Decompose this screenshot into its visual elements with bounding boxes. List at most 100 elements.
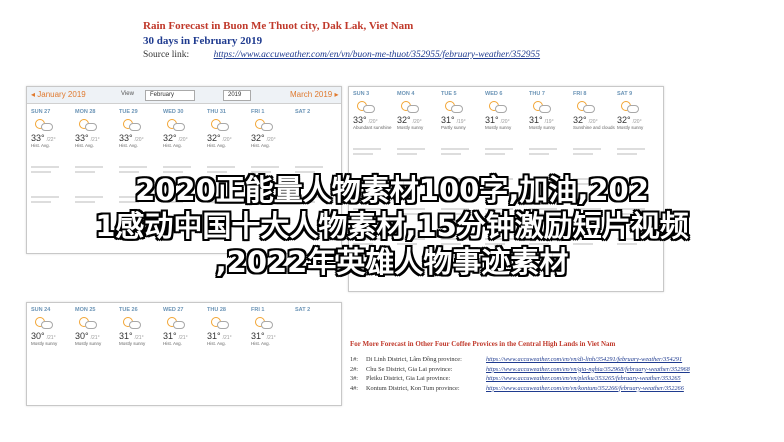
partly-sunny-icon bbox=[209, 316, 229, 330]
day-cell[interactable]: FRI 1 31°/21° Hist. Avg. bbox=[251, 307, 295, 347]
day-cell[interactable]: MON 4 32°/20° Mostly sunny bbox=[397, 91, 441, 131]
day-cell[interactable]: THU 7 31°/19° Mostly sunny bbox=[529, 91, 573, 131]
page-title: Rain Forecast in Buon Me Thuot city, Dak… bbox=[143, 20, 414, 32]
calendar-navbar: ◂ January 2019 View February 2019 March … bbox=[27, 87, 341, 104]
temperature: 32°/20° bbox=[251, 133, 276, 143]
day-cell[interactable]: MON 28 33°/21° Hist. Avg. bbox=[75, 109, 119, 149]
forecast-text: Hist. Avg. bbox=[31, 143, 50, 148]
temperature: 31°/19° bbox=[441, 115, 466, 125]
forecast-link[interactable]: https://www.accuweather.com/en/vn/gia-ng… bbox=[486, 366, 690, 373]
header: Rain Forecast in Buon Me Thuot city, Dak… bbox=[143, 20, 540, 60]
year-select[interactable]: 2019 bbox=[223, 90, 251, 101]
day-label: TUE 5 bbox=[441, 91, 457, 97]
forecast-text: Hist. Avg. bbox=[251, 143, 270, 148]
temperature: 30°/21° bbox=[31, 331, 56, 341]
forecast-link-row: 3#: Pleiku District, Gia Lai province: htt… bbox=[350, 375, 681, 385]
day-label: FRI 8 bbox=[573, 91, 587, 97]
forecast-text: Partly sunny bbox=[441, 125, 466, 130]
day-cell-minor[interactable] bbox=[485, 145, 525, 167]
day-label: SUN 27 bbox=[31, 109, 51, 115]
next-month-link[interactable]: March 2019 ▸ bbox=[290, 90, 339, 99]
watermark-line-1: 2020正能量人物素材100字,加油,202 bbox=[135, 173, 649, 207]
day-label: SUN 24 bbox=[31, 307, 51, 313]
district-name: Chu Se District, Gia Lai province: bbox=[366, 365, 453, 373]
temperature: 32°/20° bbox=[617, 115, 642, 125]
forecast-text: Mostly sunny bbox=[397, 125, 424, 130]
forecast-link[interactable]: https://www.accuweather.com/en/vn/pleiku… bbox=[486, 375, 681, 382]
forecast-text: Hist. Avg. bbox=[75, 143, 94, 148]
more-forecast-section: For More Forecast in Other Four Coffee P… bbox=[350, 340, 690, 394]
temperature: 31°/21° bbox=[251, 331, 276, 341]
day-cell-minor[interactable] bbox=[441, 145, 481, 167]
source-link[interactable]: https://www.accuweather.com/en/vn/buon-m… bbox=[214, 50, 540, 60]
row-number: 1#: bbox=[350, 356, 359, 363]
day-cell-minor[interactable] bbox=[529, 145, 569, 167]
forecast-text: Hist. Avg. bbox=[207, 341, 226, 346]
day-label: MON 4 bbox=[397, 91, 415, 97]
forecast-text: Mostly sunny bbox=[529, 125, 556, 130]
partly-sunny-icon bbox=[121, 118, 141, 132]
day-cell[interactable]: SUN 27 33°/22° Hist. Avg. bbox=[31, 109, 75, 149]
day-cell[interactable]: FRI 1 32°/20° Hist. Avg. bbox=[251, 109, 295, 149]
day-cell[interactable]: SAT 9 32°/20° Mostly sunny bbox=[617, 91, 661, 131]
temperature: 32°/20° bbox=[207, 133, 232, 143]
day-cell-minor[interactable] bbox=[353, 145, 393, 167]
day-cell[interactable]: WED 30 32°/20° Hist. Avg. bbox=[163, 109, 207, 149]
partly-sunny-icon bbox=[575, 100, 595, 114]
day-label: THU 28 bbox=[207, 307, 226, 313]
prev-month-link[interactable]: ◂ January 2019 bbox=[31, 90, 86, 99]
partly-sunny-icon bbox=[487, 100, 507, 114]
partly-sunny-icon bbox=[443, 100, 463, 114]
temperature: 31°/21° bbox=[119, 331, 144, 341]
day-cell[interactable]: SUN 3 33°/20° Abundant sunshine bbox=[353, 91, 397, 131]
temperature: 31°/20° bbox=[485, 115, 510, 125]
day-label: MON 28 bbox=[75, 109, 96, 115]
day-label: THU 7 bbox=[529, 91, 545, 97]
day-cell[interactable]: FRI 8 32°/20° Sunshine and clouds bbox=[573, 91, 617, 131]
day-cell-minor[interactable] bbox=[397, 145, 437, 167]
partly-sunny-icon bbox=[209, 118, 229, 132]
forecast-link[interactable]: https://www.accuweather.com/en/vn/di-lin… bbox=[486, 356, 682, 363]
forecast-text: Mostly sunny bbox=[119, 341, 146, 346]
forecast-link[interactable]: https://www.accuweather.com/en/vn/kontum… bbox=[486, 385, 684, 392]
forecast-text: Mostly sunny bbox=[75, 341, 102, 346]
day-label: FRI 1 bbox=[251, 109, 265, 115]
day-cell[interactable]: TUE 29 33°/20° Hist. Avg. bbox=[119, 109, 163, 149]
day-label: THU 31 bbox=[207, 109, 226, 115]
partly-sunny-icon bbox=[253, 118, 273, 132]
day-label: TUE 29 bbox=[119, 109, 138, 115]
forecast-text: Mostly sunny bbox=[485, 125, 512, 130]
temperature: 32°/20° bbox=[163, 133, 188, 143]
day-cell[interactable]: WED 27 31°/21° Hist. Avg. bbox=[163, 307, 207, 347]
day-cell[interactable]: THU 28 31°/21° Hist. Avg. bbox=[207, 307, 251, 347]
day-label: SAT 2 bbox=[295, 307, 311, 313]
district-name: Pleiku District, Gia Lai province: bbox=[366, 375, 451, 382]
day-label: TUE 26 bbox=[119, 307, 138, 313]
day-cell-minor[interactable] bbox=[573, 145, 613, 167]
day-label: SAT 2 bbox=[295, 109, 311, 115]
day-cell[interactable]: SUN 24 30°/21° Mostly sunny bbox=[31, 307, 75, 347]
temperature: 31°/19° bbox=[529, 115, 554, 125]
district-name: Kontum District, Kon Tum province: bbox=[366, 384, 460, 392]
day-cell[interactable]: TUE 5 31°/19° Partly sunny bbox=[441, 91, 485, 131]
day-cell[interactable]: TUE 26 31°/21° Mostly sunny bbox=[119, 307, 163, 347]
day-cell[interactable]: SAT 2 bbox=[295, 109, 339, 115]
forecast-text: Hist. Avg. bbox=[163, 341, 182, 346]
day-cell[interactable]: WED 6 31°/20° Mostly sunny bbox=[485, 91, 529, 131]
day-label: WED 30 bbox=[163, 109, 184, 115]
partly-sunny-icon bbox=[33, 118, 53, 132]
temperature: 33°/21° bbox=[75, 133, 100, 143]
month-select[interactable]: February bbox=[145, 90, 195, 101]
watermark-line-2: 1感动中国十大人物素材,15分钟激励短片视频 bbox=[95, 209, 689, 243]
temperature: 31°/21° bbox=[207, 331, 232, 341]
day-cell[interactable]: SAT 2 bbox=[295, 307, 339, 313]
day-cell[interactable]: THU 31 32°/20° Hist. Avg. bbox=[207, 109, 251, 149]
temperature: 33°/20° bbox=[353, 115, 378, 125]
row-number: 3#: bbox=[350, 375, 359, 382]
partly-sunny-icon bbox=[619, 100, 639, 114]
forecast-text: Mostly sunny bbox=[31, 341, 58, 346]
day-cell-minor[interactable] bbox=[617, 145, 657, 167]
temperature: 32°/20° bbox=[397, 115, 422, 125]
page: Rain Forecast in Buon Me Thuot city, Dak… bbox=[0, 0, 784, 442]
day-cell[interactable]: MON 25 30°/21° Mostly sunny bbox=[75, 307, 119, 347]
